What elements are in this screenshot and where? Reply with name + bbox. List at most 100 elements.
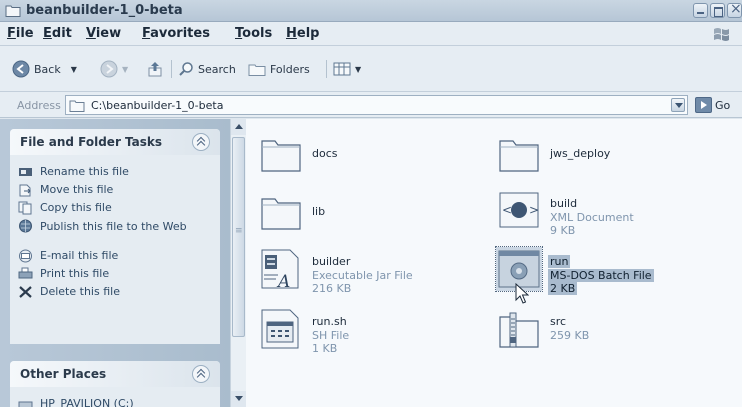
close-button[interactable]: [727, 1, 742, 18]
panel-title: File and Folder Tasks: [20, 135, 163, 149]
file-type: MS-DOS Batch File: [548, 269, 654, 282]
menu-file[interactable]: File: [7, 26, 34, 41]
menu-help[interactable]: Help: [286, 26, 319, 41]
file-name: build: [550, 197, 578, 210]
go-button[interactable]: Go: [695, 97, 730, 113]
chevron-down-icon[interactable]: ▼: [355, 65, 361, 74]
file-name: run.sh: [312, 315, 347, 328]
back-arrow-icon: [12, 60, 30, 78]
menu-edit[interactable]: Edit: [43, 26, 72, 41]
views-button[interactable]: ▼: [333, 58, 361, 80]
task-label: E-mail this file: [40, 249, 119, 262]
place-drive-c[interactable]: HP_PAVILION (C:): [10, 395, 220, 407]
file-type: XML Document: [550, 211, 634, 224]
task-pane-scrollbar[interactable]: [230, 119, 247, 407]
file-name: lib: [312, 205, 326, 218]
up-folder-icon: [148, 62, 162, 77]
zip-folder-icon: [499, 312, 539, 348]
back-button[interactable]: Back ▼: [12, 58, 77, 80]
file-item-jws-deploy[interactable]: jws_deploy: [496, 131, 696, 181]
folders-icon: [248, 64, 266, 76]
folder-icon: [261, 140, 301, 172]
rename-icon: [19, 168, 32, 176]
drive-icon: [18, 401, 33, 407]
file-name: run: [548, 255, 571, 268]
file-name: src: [550, 315, 567, 328]
file-item-lib[interactable]: lib: [258, 189, 458, 239]
collapse-icon[interactable]: [192, 133, 210, 151]
task-delete-file[interactable]: Delete this file: [10, 283, 220, 301]
file-item-docs[interactable]: docs: [258, 131, 458, 181]
forward-button[interactable]: ▼: [100, 58, 128, 80]
panel-header[interactable]: Other Places: [10, 361, 220, 387]
file-item-build[interactable]: < > build XML Document 9 KB: [496, 189, 716, 239]
scroll-thumb[interactable]: [232, 137, 245, 337]
file-type: Executable Jar File: [312, 269, 413, 282]
go-label: Go: [715, 98, 731, 112]
move-icon: [19, 184, 31, 197]
task-print-file[interactable]: Print this file: [10, 265, 220, 283]
task-pane: File and Folder Tasks Rename this file M…: [0, 119, 230, 407]
svg-text:A: A: [276, 272, 290, 291]
task-move-file[interactable]: Move this file: [10, 181, 220, 199]
title-bar: beanbuilder-1_0-beta: [0, 0, 742, 22]
address-dropdown-button[interactable]: [671, 98, 685, 112]
menu-favorites[interactable]: Favorites: [142, 26, 210, 41]
folder-icon: [261, 198, 301, 230]
file-type: SH File: [312, 329, 350, 342]
window-title: beanbuilder-1_0-beta: [26, 3, 183, 18]
scroll-up-button[interactable]: [231, 119, 247, 135]
minimize-button[interactable]: [693, 3, 708, 18]
file-name: jws_deploy: [550, 147, 611, 160]
svg-text:>: >: [529, 203, 539, 217]
search-button[interactable]: Search: [178, 58, 236, 80]
file-name: docs: [312, 147, 338, 160]
task-email-file[interactable]: E-mail this file: [10, 247, 220, 265]
address-bar: Address C:\beanbuilder-1_0-beta Go: [0, 92, 742, 118]
file-size: 259 KB: [550, 329, 590, 342]
maximize-button[interactable]: [710, 3, 725, 18]
windows-logo-icon: [714, 28, 729, 41]
menu-tools[interactable]: Tools: [235, 26, 272, 41]
go-arrow-icon: [695, 97, 712, 113]
file-folder-tasks-panel: File and Folder Tasks Rename this file M…: [10, 129, 220, 344]
collapse-icon[interactable]: [192, 365, 210, 383]
address-input[interactable]: C:\beanbuilder-1_0-beta: [65, 95, 688, 115]
jar-file-icon: A: [261, 249, 299, 291]
svg-text:<: <: [502, 203, 512, 217]
email-icon: [19, 249, 32, 263]
address-label: Address: [17, 99, 61, 112]
panel-title: Other Places: [20, 367, 107, 381]
file-item-src[interactable]: src 259 KB: [496, 307, 716, 357]
file-size: 216 KB: [312, 282, 352, 295]
file-item-builder[interactable]: A builder Executable Jar File 216 KB: [258, 247, 478, 297]
copy-icon: [18, 201, 32, 215]
file-item-run-sh[interactable]: run.sh SH File 1 KB: [258, 307, 478, 357]
xml-document-icon: < >: [499, 192, 539, 228]
task-copy-file[interactable]: Copy this file: [10, 199, 220, 217]
file-name: builder: [312, 255, 351, 268]
task-rename-file[interactable]: Rename this file: [10, 163, 220, 181]
file-size: 1 KB: [312, 342, 338, 355]
chevron-down-icon[interactable]: ▼: [71, 65, 77, 74]
menu-view[interactable]: View: [86, 26, 121, 41]
forward-arrow-icon: [100, 60, 118, 78]
address-path: C:\beanbuilder-1_0-beta: [91, 99, 224, 112]
task-label: Print this file: [40, 267, 110, 280]
chevron-down-icon[interactable]: ▼: [122, 65, 128, 74]
other-places-panel: Other Places HP_PAVILION (C:): [10, 361, 220, 407]
task-label: Move this file: [40, 183, 114, 196]
folder-icon: [5, 5, 21, 17]
views-icon: [333, 62, 351, 76]
folder-icon: [499, 140, 539, 172]
panel-header[interactable]: File and Folder Tasks: [10, 129, 220, 155]
file-item-run[interactable]: run MS-DOS Batch File 2 KB: [495, 246, 716, 297]
task-label: Delete this file: [40, 285, 120, 298]
up-folder-button[interactable]: [146, 58, 164, 80]
back-label: Back: [34, 62, 61, 76]
mouse-pointer-icon: [515, 283, 529, 304]
task-publish-web[interactable]: Publish this file to the Web: [10, 217, 220, 247]
delete-icon: [19, 286, 32, 298]
folders-button[interactable]: Folders: [248, 58, 310, 80]
scroll-down-button[interactable]: [231, 391, 247, 407]
